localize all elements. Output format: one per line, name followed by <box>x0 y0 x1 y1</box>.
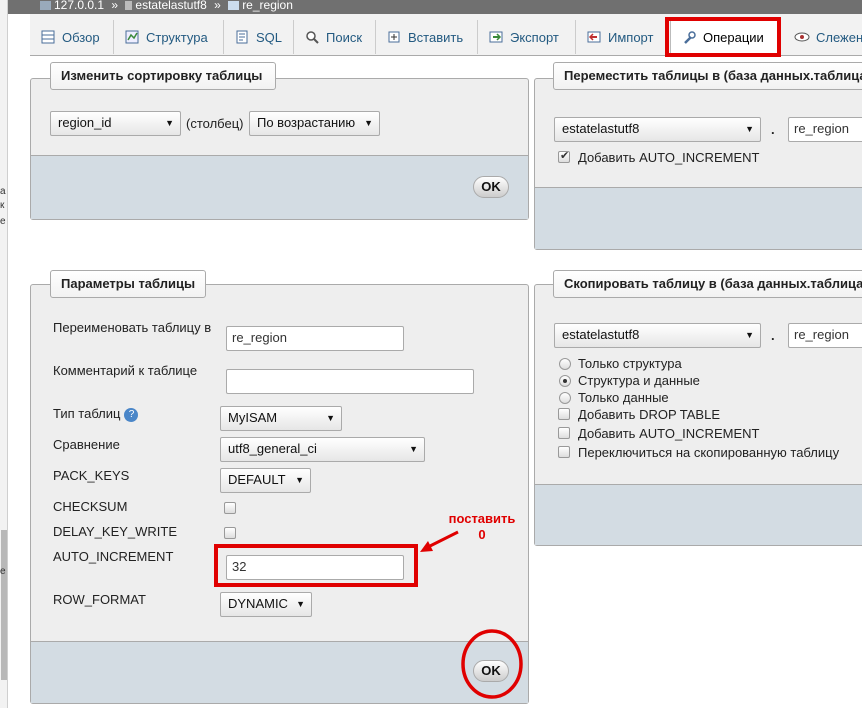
auto-increment-label: AUTO_INCREMENT <box>53 549 174 564</box>
chevron-down-icon: ▼ <box>745 124 754 134</box>
radio-structure-only-label: Только структура <box>578 356 682 371</box>
params-legend: Параметры таблицы <box>50 270 206 298</box>
ok-button-highlight-circle <box>461 629 523 699</box>
radio-structure-only[interactable] <box>559 358 571 370</box>
radio-structure-and-data-label: Структура и данные <box>578 373 700 388</box>
collation-label: Сравнение <box>53 437 120 452</box>
copy-legend: Скопировать таблицу в (база данных.табли… <box>553 270 862 298</box>
sort-footer <box>31 155 528 219</box>
export-icon <box>488 29 504 45</box>
chevron-down-icon: ▼ <box>296 599 305 609</box>
pack-keys-label: PACK_KEYS <box>53 468 130 483</box>
tab-browse[interactable]: Обзор <box>30 20 114 54</box>
breadcrumb-database[interactable]: estatelastutf8 <box>135 0 206 12</box>
switch-to-copy-checkbox[interactable] <box>558 446 570 458</box>
sort-ok-button[interactable]: OK <box>473 176 509 198</box>
tab-import[interactable]: Импорт <box>576 20 666 54</box>
tab-structure[interactable]: Структура <box>114 20 224 54</box>
chevron-down-icon: ▼ <box>364 118 373 128</box>
left-scrollbar[interactable] <box>1 530 7 680</box>
sort-order-select[interactable]: По возрастанию ▼ <box>249 111 380 136</box>
eye-icon <box>794 29 810 45</box>
copy-auto-increment-checkbox[interactable] <box>558 427 570 439</box>
annotation-arrow <box>420 530 459 552</box>
sql-icon <box>234 29 250 45</box>
rename-label: Переименовать таблицу в <box>53 320 212 335</box>
chevron-down-icon: ▼ <box>326 413 335 423</box>
tab-search[interactable]: Поиск <box>294 20 376 54</box>
pack-keys-select[interactable]: DEFAULT ▼ <box>220 468 311 493</box>
row-format-label: ROW_FORMAT <box>53 592 146 607</box>
table-type-label: Тип таблиц? <box>53 406 139 422</box>
chevron-down-icon: ▼ <box>165 118 174 128</box>
rename-input[interactable]: re_region <box>226 326 404 351</box>
server-icon <box>40 1 51 11</box>
row-format-select[interactable]: DYNAMIC ▼ <box>220 592 312 617</box>
operations-tab-highlight <box>665 17 781 57</box>
copy-table-input[interactable]: re_region <box>788 323 862 348</box>
copy-dot: . <box>771 328 775 343</box>
left-window-edge: а к е е <box>0 0 8 708</box>
insert-icon <box>386 29 402 45</box>
breadcrumb: 127.0.0.1 » estatelastutf8 » re_region <box>8 0 862 14</box>
radio-data-only[interactable] <box>559 392 571 404</box>
switch-to-copy-label: Переключиться на скопированную таблицу <box>578 445 840 460</box>
drop-table-label: Добавить DROP TABLE <box>578 407 720 422</box>
help-icon[interactable]: ? <box>124 407 139 422</box>
move-db-select[interactable]: estatelastutf8 ▼ <box>554 117 761 142</box>
move-legend: Переместить таблицы в (база данных.табли… <box>553 62 862 90</box>
sort-legend: Изменить сортировку таблицы <box>50 62 276 90</box>
checksum-checkbox[interactable] <box>224 502 236 514</box>
table-icon <box>228 1 240 11</box>
comment-input[interactable] <box>226 369 474 394</box>
move-auto-increment-checkbox[interactable] <box>558 149 570 163</box>
browse-icon <box>40 29 56 45</box>
tab-insert[interactable]: Вставить <box>376 20 478 54</box>
sort-column-label: (столбец) <box>186 116 244 131</box>
chevron-down-icon: ▼ <box>745 330 754 340</box>
delay-key-write-label: DELAY_KEY_WRITE <box>53 524 178 539</box>
table-type-select[interactable]: MyISAM ▼ <box>220 406 342 431</box>
database-icon <box>125 1 133 11</box>
move-table-input[interactable]: re_region <box>788 117 862 142</box>
move-dot: . <box>771 122 775 137</box>
structure-icon <box>124 29 140 45</box>
radio-data-only-label: Только данные <box>578 390 669 405</box>
copy-db-select[interactable]: estatelastutf8 ▼ <box>554 323 761 348</box>
import-icon <box>586 29 602 45</box>
tab-sql[interactable]: SQL <box>224 20 294 54</box>
params-footer <box>31 641 528 703</box>
breadcrumb-table[interactable]: re_region <box>242 0 293 12</box>
search-icon <box>304 29 320 45</box>
move-auto-increment-label: Добавить AUTO_INCREMENT <box>578 150 760 165</box>
collation-select[interactable]: utf8_general_ci ▼ <box>220 437 425 462</box>
comment-label: Комментарий к таблице <box>53 363 198 378</box>
chevron-down-icon: ▼ <box>295 475 304 485</box>
tab-tracking[interactable]: Слежени <box>784 20 862 54</box>
tab-export[interactable]: Экспорт <box>478 20 576 54</box>
copy-auto-increment-label: Добавить AUTO_INCREMENT <box>578 426 760 441</box>
copy-footer <box>535 484 862 545</box>
checksum-label: CHECKSUM <box>53 499 128 514</box>
chevron-down-icon: ▼ <box>409 444 418 454</box>
sort-column-select[interactable]: region_id ▼ <box>50 111 181 136</box>
breadcrumb-server[interactable]: 127.0.0.1 <box>54 0 104 12</box>
delay-key-write-checkbox[interactable] <box>224 527 236 539</box>
auto-increment-highlight <box>214 544 418 587</box>
radio-structure-and-data[interactable] <box>559 375 571 387</box>
move-footer <box>535 187 862 249</box>
drop-table-checkbox[interactable] <box>558 408 570 420</box>
sort-fieldset <box>30 78 529 220</box>
